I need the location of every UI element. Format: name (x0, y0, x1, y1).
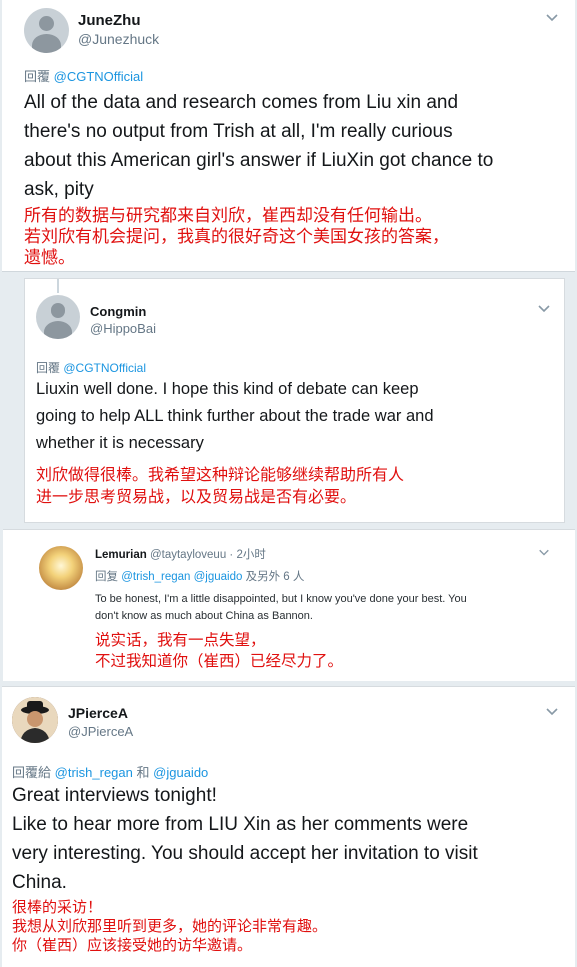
translation-line: 若刘欣有机会提问，我真的很好奇这个美国女孩的答案， (24, 227, 449, 246)
translation-line: 遗憾。 (24, 248, 75, 267)
display-name[interactable]: Congmin (90, 304, 146, 319)
tweet-line: very interesting. You should accept her … (12, 843, 478, 864)
reply-mention[interactable]: @jguaido (194, 571, 243, 583)
reply-prefix: 回覆給 (12, 765, 52, 780)
reply-suffix[interactable]: 及另外 6 人 (246, 571, 305, 583)
display-name[interactable]: JuneZhu (78, 12, 141, 29)
tweet-line: All of the data and research comes from … (24, 92, 459, 113)
user-handle[interactable]: @JPierceA (68, 724, 133, 739)
chevron-down-icon[interactable] (538, 546, 550, 558)
display-name[interactable]: JPierceA (68, 705, 128, 721)
tweet-line: Like to hear more from LIU Xin as her co… (12, 814, 469, 835)
tweet-text: Great interviews tonight! Like to hear m… (12, 781, 478, 897)
chevron-down-icon[interactable] (537, 301, 551, 315)
thread-connector (57, 279, 59, 293)
translation-line: 很棒的采访！ (12, 899, 103, 916)
tweet-card-junezhu[interactable]: JuneZhu @Junezhuck 回覆 @CGTNOfficial All … (2, 0, 575, 272)
tweet-line: there's no output from Trish at all, I'm… (24, 121, 453, 142)
tweet-line: whether it is necessary (36, 434, 204, 452)
tweet-card-lemurian[interactable]: Lemurian @taytayloveuu · 2小时 回复 @trish_r… (3, 529, 575, 681)
user-handle[interactable]: @Junezhuck (78, 31, 159, 47)
user-handle[interactable]: @HippoBai (90, 321, 156, 336)
reply-mention[interactable]: @trish_regan (121, 571, 190, 583)
tweet-line: don't know as much about China as Bannon… (95, 610, 313, 622)
reply-context: 回覆給 @trish_regan 和 @jguaido (12, 762, 208, 781)
tweet-line: about this American girl's answer if Liu… (24, 150, 494, 171)
translation-line: 不过我知道你（崔西）已经尽力了。 (95, 653, 344, 670)
translation-line: 说实话，我有一点失望， (95, 632, 266, 649)
user-handle[interactable]: @taytayloveuu (150, 549, 226, 561)
tweet-line: ask, pity (24, 179, 94, 200)
tweet-text: All of the data and research comes from … (24, 88, 493, 204)
reply-context: 回覆 @CGTNOfficial (36, 359, 146, 376)
tweet-line: going to help ALL think further about th… (36, 407, 434, 425)
reply-mention[interactable]: @CGTNOfficial (63, 361, 146, 375)
tweet-line: To be honest, I'm a little disappointed,… (95, 593, 467, 605)
reply-prefix: 回复 (95, 571, 118, 583)
translation-text: 刘欣做得很棒。我希望这种辩论能够继续帮助所有人 进一步思考贸易战，以及贸易战是否… (36, 465, 404, 509)
avatar[interactable] (36, 295, 80, 339)
reply-prefix: 回覆 (36, 361, 61, 375)
timestamp[interactable]: · 2小时 (229, 549, 265, 561)
tweet-text: Liuxin well done. I hope this kind of de… (36, 376, 434, 457)
tweet-card-jpiercea[interactable]: JPierceA @JPierceA 回覆給 @trish_regan 和 @j… (2, 686, 575, 967)
avatar[interactable] (24, 8, 69, 53)
reply-prefix: 回覆 (24, 69, 51, 84)
reply-mention[interactable]: @jguaido (153, 765, 208, 780)
tweet-card-congmin[interactable]: Congmin @HippoBai 回覆 @CGTNOfficial Liuxi… (24, 278, 565, 523)
translation-text: 说实话，我有一点失望， 不过我知道你（崔西）已经尽力了。 (95, 630, 343, 672)
tweet-line: China. (12, 872, 67, 893)
chevron-down-icon[interactable] (545, 10, 559, 24)
reply-conjunction: 和 (136, 765, 150, 780)
avatar[interactable] (39, 546, 83, 590)
translation-line: 你（崔西）应该接受她的访华邀请。 (12, 937, 253, 954)
tweet-line: Liuxin well done. I hope this kind of de… (36, 380, 419, 398)
user-header: Lemurian @taytayloveuu · 2小时 (95, 546, 266, 562)
reply-context: 回复 @trish_regan @jguaido 及另外 6 人 (95, 568, 304, 584)
translation-line: 我想从刘欣那里听到更多，她的评论非常有趣。 (12, 918, 328, 935)
reply-mention[interactable]: @CGTNOfficial (54, 69, 144, 84)
chevron-down-icon[interactable] (545, 704, 559, 718)
reply-context: 回覆 @CGTNOfficial (24, 66, 143, 85)
translation-line: 刘欣做得很棒。我希望这种辩论能够继续帮助所有人 (36, 467, 405, 484)
translation-line: 所有的数据与研究都来自刘欣，崔西却没有任何输出。 (24, 206, 432, 225)
avatar[interactable] (12, 697, 58, 743)
display-name[interactable]: Lemurian (95, 549, 147, 561)
tweet-line: Great interviews tonight! (12, 785, 217, 806)
reply-mention[interactable]: @trish_regan (55, 765, 133, 780)
translation-line: 进一步思考贸易战，以及贸易战是否有必要。 (36, 489, 357, 506)
tweet-text: To be honest, I'm a little disappointed,… (95, 591, 467, 625)
translation-text: 所有的数据与研究都来自刘欣，崔西却没有任何输出。 若刘欣有机会提问，我真的很好奇… (24, 205, 449, 268)
translation-text: 很棒的采访！ 我想从刘欣那里听到更多，她的评论非常有趣。 你（崔西）应该接受她的… (12, 898, 327, 955)
